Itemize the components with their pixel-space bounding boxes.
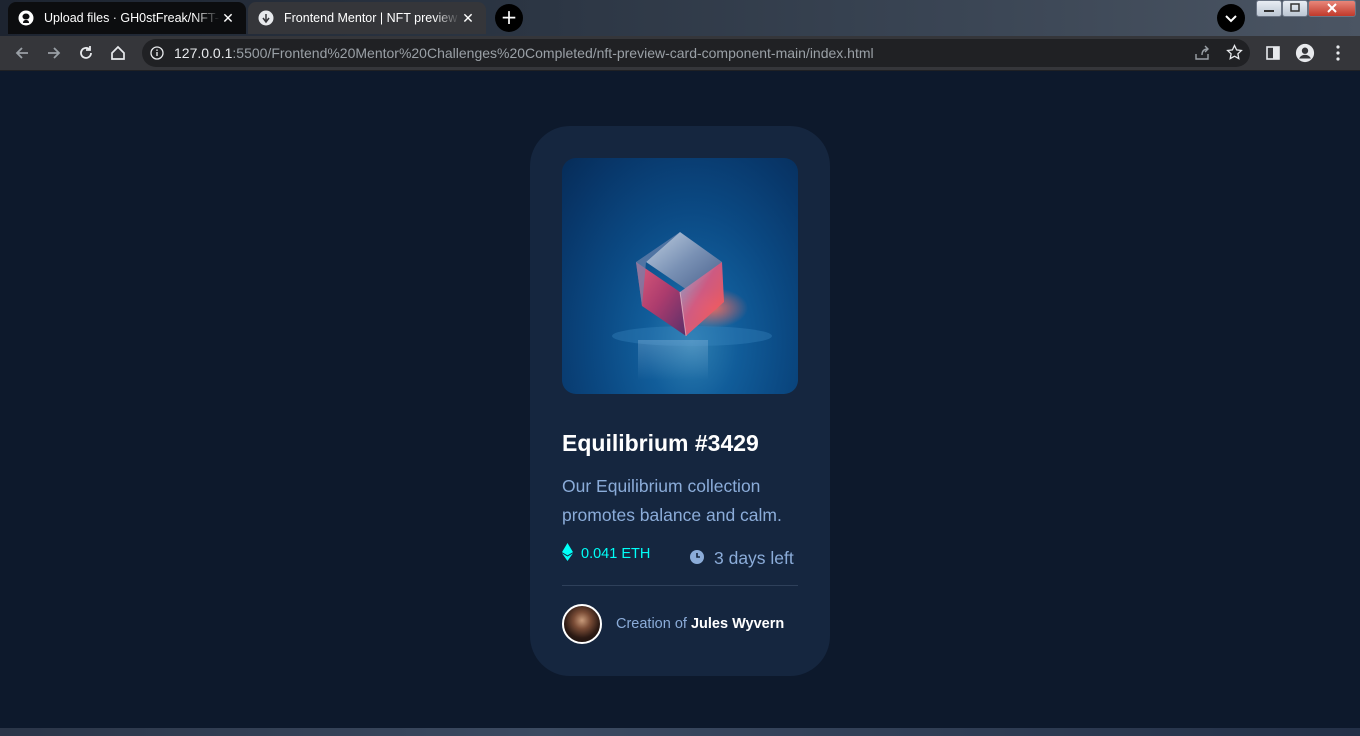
browser-tab-strip: Upload files · GH0stFreak/NFT-pr ✕ Front…: [0, 0, 1360, 36]
profile-icon: [1295, 43, 1315, 63]
creator-info: Creation of Jules Wyvern: [562, 604, 784, 644]
clock-icon: [690, 549, 704, 564]
minimize-button[interactable]: [1256, 0, 1282, 17]
github-icon: [18, 10, 34, 26]
nft-preview-card: Equilibrium #3429 Our Equilibrium collec…: [530, 126, 830, 676]
profile-button[interactable]: [1295, 43, 1315, 63]
avatar: [562, 604, 602, 644]
price-info: 0.041 ETH: [562, 543, 651, 562]
reload-button[interactable]: [76, 43, 96, 63]
arrow-left-icon: [15, 47, 28, 59]
address-bar[interactable]: 127.0.0.1:5500/Frontend%20Mentor%20Chall…: [142, 39, 1250, 67]
home-icon: [111, 45, 125, 60]
nft-title[interactable]: Equilibrium #3429: [562, 430, 759, 457]
price-value: 0.041 ETH: [581, 546, 651, 562]
nft-description: Our Equilibrium collection promotes bala…: [562, 476, 782, 525]
tab-upload-files[interactable]: Upload files · GH0stFreak/NFT-pr ✕: [8, 2, 246, 34]
url-host: 127.0.0.1: [174, 45, 233, 61]
forward-button[interactable]: [44, 43, 64, 63]
reload-icon: [80, 46, 92, 59]
cube-image: [612, 232, 772, 380]
maximize-button[interactable]: [1282, 0, 1308, 17]
creator-text: Creation of Jules Wyvern: [616, 616, 784, 632]
side-panel-icon: [1266, 46, 1280, 60]
close-window-button[interactable]: [1308, 0, 1356, 17]
arrow-right-icon: [48, 47, 61, 59]
creator-prefix: Creation of: [616, 616, 691, 632]
ethereum-icon: [562, 543, 573, 561]
chevron-down-icon: [1225, 15, 1237, 23]
divider: [562, 585, 798, 586]
nft-image[interactable]: [562, 158, 798, 394]
star-icon[interactable]: [1226, 44, 1243, 61]
frontend-mentor-icon: [258, 10, 274, 26]
browser-toolbar: 127.0.0.1:5500/Frontend%20Mentor%20Chall…: [0, 36, 1360, 71]
back-button[interactable]: [12, 43, 32, 63]
close-tab-icon[interactable]: ✕: [460, 10, 476, 27]
share-icon[interactable]: [1194, 45, 1210, 61]
tab-frontend-mentor[interactable]: Frontend Mentor | NFT preview c ✕: [248, 2, 486, 34]
time-left: 3 days left: [714, 548, 794, 568]
new-tab-button[interactable]: +: [495, 4, 523, 32]
url-text[interactable]: 127.0.0.1:5500/Frontend%20Mentor%20Chall…: [174, 45, 874, 61]
tab-search-button[interactable]: [1217, 4, 1245, 32]
tab-title: Upload files · GH0stFreak/NFT-pr: [44, 11, 220, 25]
time-info: 3 days left: [690, 548, 794, 569]
menu-button[interactable]: [1328, 43, 1348, 63]
side-panel-button[interactable]: [1263, 43, 1283, 63]
os-taskbar: [0, 728, 1360, 736]
tab-title: Frontend Mentor | NFT preview c: [284, 11, 460, 25]
more-vert-icon: [1336, 45, 1340, 61]
home-button[interactable]: [108, 43, 128, 63]
info-icon[interactable]: [150, 46, 164, 60]
creator-name[interactable]: Jules Wyvern: [691, 616, 784, 632]
url-path: :5500/Frontend%20Mentor%20Challenges%20C…: [232, 45, 874, 61]
close-tab-icon[interactable]: ✕: [220, 10, 236, 27]
